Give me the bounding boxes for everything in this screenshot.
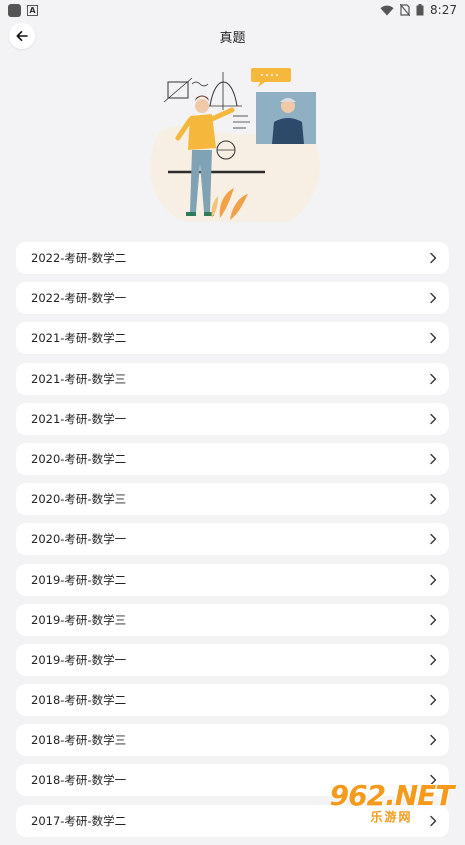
status-bar: A 8:27 xyxy=(0,0,465,20)
header-illustration xyxy=(140,64,325,226)
paper-list: 2022-考研-数学二 2022-考研-数学一 2021-考研-数学二 2021… xyxy=(16,242,449,845)
watermark: 962.NET 乐游网 xyxy=(324,778,459,826)
list-item-label: 2019-考研-数学二 xyxy=(31,572,126,588)
chevron-right-icon xyxy=(427,332,439,344)
a-notification-icon: A xyxy=(27,5,38,16)
list-item[interactable]: 2019-考研-数学二 xyxy=(16,564,449,596)
list-item-label: 2018-考研-数学一 xyxy=(31,772,126,788)
chevron-right-icon xyxy=(427,292,439,304)
list-item-label: 2019-考研-数学一 xyxy=(31,652,126,668)
battery-icon xyxy=(416,4,424,16)
list-item[interactable]: 2020-考研-数学二 xyxy=(16,443,449,475)
back-button[interactable] xyxy=(9,23,35,49)
list-item-label: 2020-考研-数学二 xyxy=(31,451,126,467)
list-item-label: 2019-考研-数学三 xyxy=(31,612,126,628)
status-right: 8:27 xyxy=(380,3,457,17)
list-item-label: 2017-考研-数学二 xyxy=(31,813,126,829)
chevron-right-icon xyxy=(427,654,439,666)
chevron-right-icon xyxy=(427,413,439,425)
chevron-right-icon xyxy=(427,694,439,706)
list-item[interactable]: 2022-考研-数学一 xyxy=(16,282,449,314)
list-item-label: 2022-考研-数学一 xyxy=(31,290,126,306)
wifi-icon xyxy=(380,5,394,16)
list-item[interactable]: 2022-考研-数学二 xyxy=(16,242,449,274)
list-item-label: 2021-考研-数学二 xyxy=(31,330,126,346)
list-item[interactable]: 2018-考研-数学三 xyxy=(16,724,449,756)
app-header: 真题 xyxy=(0,20,465,52)
arrow-left-icon xyxy=(16,30,28,42)
list-item[interactable]: 2019-考研-数学一 xyxy=(16,644,449,676)
list-item[interactable]: 2021-考研-数学一 xyxy=(16,403,449,435)
list-item[interactable]: 2021-考研-数学三 xyxy=(16,363,449,395)
chevron-right-icon xyxy=(427,574,439,586)
list-item-label: 2020-考研-数学三 xyxy=(31,491,126,507)
list-item-label: 2022-考研-数学二 xyxy=(31,250,126,266)
app-notification-icon xyxy=(8,4,21,17)
chevron-right-icon xyxy=(427,373,439,385)
list-item[interactable]: 2018-考研-数学二 xyxy=(16,684,449,716)
chevron-right-icon xyxy=(427,252,439,264)
list-item-label: 2021-考研-数学一 xyxy=(31,411,126,427)
no-sim-icon xyxy=(400,4,410,16)
page-title: 真题 xyxy=(219,27,245,46)
list-item-label: 2021-考研-数学三 xyxy=(31,371,126,387)
list-item[interactable]: 2019-考研-数学三 xyxy=(16,604,449,636)
chevron-right-icon xyxy=(427,614,439,626)
chevron-right-icon xyxy=(427,734,439,746)
list-item[interactable]: 2020-考研-数学三 xyxy=(16,483,449,515)
chevron-right-icon xyxy=(427,493,439,505)
list-item[interactable]: 2020-考研-数学一 xyxy=(16,523,449,555)
status-left: A xyxy=(8,4,38,17)
chevron-right-icon xyxy=(427,453,439,465)
list-item[interactable]: 2021-考研-数学二 xyxy=(16,322,449,354)
list-item-label: 2018-考研-数学三 xyxy=(31,732,126,748)
list-item-label: 2018-考研-数学二 xyxy=(31,692,126,708)
list-item-label: 2020-考研-数学一 xyxy=(31,531,126,547)
status-time: 8:27 xyxy=(430,3,457,17)
watermark-sub: 乐游网 xyxy=(370,808,412,825)
chevron-right-icon xyxy=(427,533,439,545)
